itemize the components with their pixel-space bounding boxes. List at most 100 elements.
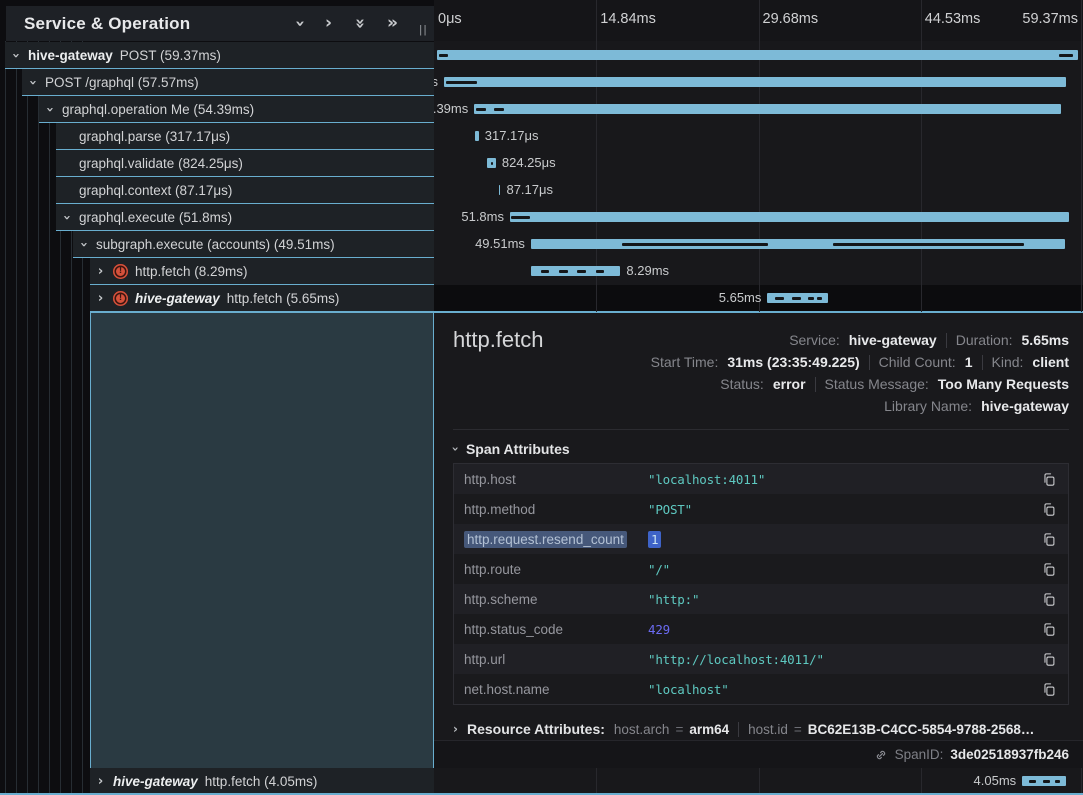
meta-label: Status:	[720, 376, 764, 392]
span-label: graphql.validate (824.25μs)	[79, 156, 243, 171]
bar-mark	[1043, 780, 1051, 783]
copy-icon	[1042, 472, 1056, 487]
span-bar-http-fetch-405[interactable]	[1022, 776, 1066, 786]
tree-row-hive-gateway-post[interactable]: ›hive-gatewayPOST (59.37ms)	[5, 42, 434, 69]
resource-attr-value: arm64	[689, 722, 729, 737]
bar-duration-label: 54.39ms	[434, 101, 468, 116]
tree-row-graphql-execute[interactable]: › graphql.execute (51.8ms)	[56, 204, 434, 231]
chevron-down-icon[interactable]: ›	[76, 239, 91, 250]
attr-value: "POST"	[648, 502, 1040, 517]
meta-divider	[869, 355, 870, 370]
copy-button[interactable]	[1040, 560, 1058, 579]
bar-duration-label: 51.8ms	[461, 209, 504, 224]
meta-label: Library Name:	[884, 398, 972, 414]
copy-icon	[1042, 652, 1056, 667]
copy-button[interactable]	[1040, 680, 1058, 699]
span-bar-hive-gateway-post[interactable]	[437, 50, 1078, 60]
chevron-right-icon[interactable]: ›	[95, 264, 106, 279]
bar-mark	[439, 54, 449, 57]
meta-divider	[738, 722, 739, 737]
meta-value: client	[1032, 354, 1069, 370]
chevrons-down-icon[interactable]: »	[351, 18, 368, 29]
error-icon: !	[113, 264, 128, 279]
chevrons-right-icon[interactable]: »	[387, 15, 398, 32]
service-name: hive-gateway	[28, 48, 113, 63]
span-label: graphql.operation Me (54.39ms)	[62, 102, 254, 117]
tree-row-graphql-context[interactable]: graphql.context (87.17μs)	[56, 177, 434, 204]
copy-button[interactable]	[1040, 530, 1058, 549]
meta-divider	[982, 355, 983, 370]
chevron-right-icon[interactable]: ›	[325, 15, 332, 32]
attr-row-http.host: http.host"localhost:4011"	[454, 464, 1068, 494]
bar-mark	[622, 243, 769, 246]
chevron-down-icon[interactable]: ›	[59, 212, 74, 223]
span-label: graphql.parse (317.17μs)	[79, 129, 230, 144]
span-bar-post-graphql[interactable]	[444, 77, 1066, 87]
tick-label: 14.84ms	[600, 11, 656, 27]
copy-button[interactable]	[1040, 500, 1058, 519]
bar-mark	[1055, 780, 1060, 783]
equals-sign: =	[675, 722, 683, 737]
bar-duration-label: 5.65ms	[719, 290, 762, 305]
span-bar-graphql-parse[interactable]	[475, 131, 478, 141]
link-icon	[874, 748, 888, 762]
span-bar-subgraph-execute-accounts[interactable]	[531, 239, 1066, 249]
meta-value: 1	[965, 354, 973, 370]
attr-key: http.url	[464, 652, 648, 667]
meta-line: Status:errorStatus Message:Too Many Requ…	[651, 373, 1069, 395]
span-bar-http-fetch-565[interactable]	[767, 293, 828, 303]
span-label: http.fetch (4.05ms)	[205, 774, 318, 789]
tick-label: 29.68ms	[763, 11, 819, 27]
resource-attr-host.arch: host.arch=arm64	[614, 722, 729, 737]
copy-icon	[1042, 592, 1056, 607]
tree-header: Service & Operation ››»»	[6, 6, 434, 41]
tree-row-http-fetch-405[interactable]: ›hive-gatewayhttp.fetch (4.05ms)	[90, 768, 434, 795]
chevron-right-icon[interactable]: ›	[95, 291, 106, 306]
copy-button[interactable]	[1040, 470, 1058, 489]
span-bar-graphql-execute[interactable]	[510, 212, 1069, 222]
chevron-down-icon[interactable]: ›	[291, 20, 308, 27]
selected-span-indent-block	[90, 312, 434, 768]
tree-row-subgraph-execute-accounts[interactable]: ›subgraph.execute (accounts) (49.51ms)	[73, 231, 434, 258]
copy-button[interactable]	[1040, 620, 1058, 639]
copy-button[interactable]	[1040, 650, 1058, 669]
span-label: graphql.execute (51.8ms)	[79, 210, 232, 225]
span-attributes-header[interactable]: › Span Attributes	[453, 441, 570, 457]
tree-row-graphql-parse[interactable]: graphql.parse (317.17μs)	[56, 123, 434, 150]
meta-value: error	[773, 376, 806, 392]
tree-row-graphql-operation-me[interactable]: › graphql.operation Me (54.39ms)	[39, 96, 434, 123]
tree-row-post-graphql[interactable]: ›POST /graphql (57.57ms)	[22, 69, 434, 96]
attr-key: net.host.name	[464, 682, 648, 697]
span-bar-graphql-validate[interactable]	[487, 158, 496, 168]
tree-row-http-fetch-829[interactable]: ›! http.fetch (8.29ms)	[90, 258, 434, 285]
bar-mark	[491, 162, 493, 165]
meta-value: 5.65ms	[1022, 332, 1069, 348]
span-label: http.fetch (8.29ms)	[135, 264, 248, 279]
panel-resize-handle[interactable]: ||	[419, 24, 428, 36]
resource-attributes-title: Resource Attributes:	[467, 721, 605, 737]
chevron-right-icon[interactable]: ›	[95, 774, 106, 789]
span-id-strip: SpanID: 3de02518937fb246	[434, 740, 1083, 768]
tree-row-http-fetch-565[interactable]: ›!hive-gatewayhttp.fetch (5.65ms)	[90, 285, 434, 312]
chevron-right-icon: ›	[453, 722, 458, 736]
copy-button[interactable]	[1040, 590, 1058, 609]
attr-row-http.route: http.route"/"	[454, 554, 1068, 584]
resource-attributes-row[interactable]: › Resource Attributes: host.arch=arm64ho…	[453, 717, 1069, 741]
bar-duration-label: 49.51ms	[475, 236, 525, 251]
span-title: http.fetch	[453, 327, 544, 353]
span-bar-http-fetch-829[interactable]	[531, 266, 621, 276]
section-divider	[453, 429, 1069, 430]
bar-mark	[577, 270, 586, 273]
chevron-down-icon[interactable]: ›	[8, 50, 23, 61]
span-bar-graphql-operation-me[interactable]	[474, 104, 1061, 114]
chevron-down-icon[interactable]: ›	[25, 77, 40, 88]
bar-mark	[559, 270, 568, 273]
meta-divider	[946, 333, 947, 348]
attr-row-http.method: http.method"POST"	[454, 494, 1068, 524]
attr-key: http.scheme	[464, 592, 648, 607]
tick-label: 44.53ms	[925, 11, 981, 27]
attr-value: 429	[648, 622, 1040, 637]
chevron-down-icon[interactable]: ›	[42, 104, 57, 115]
bar-duration-label: 317.17μs	[485, 128, 539, 143]
tree-row-graphql-validate[interactable]: graphql.validate (824.25μs)	[56, 150, 434, 177]
